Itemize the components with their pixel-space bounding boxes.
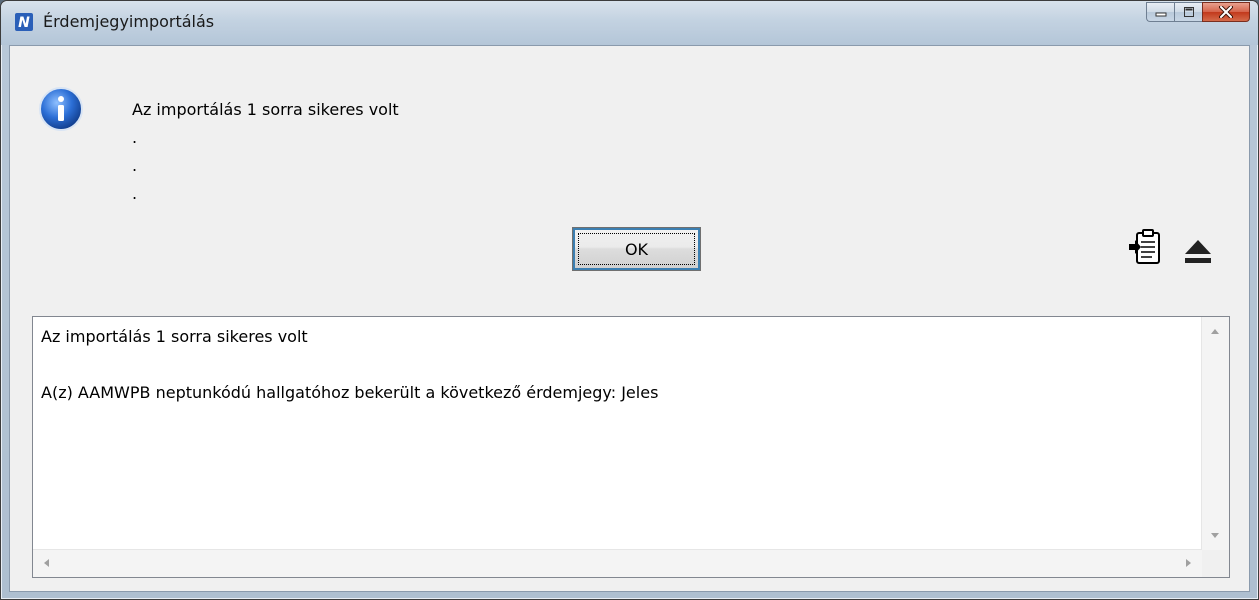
paste-clipboard-icon[interactable] xyxy=(1128,228,1164,268)
window-title: Érdemjegyimportálás xyxy=(43,12,215,31)
focus-rectangle xyxy=(578,233,695,265)
horizontal-scrollbar[interactable] xyxy=(33,549,1202,577)
close-icon xyxy=(1219,6,1233,18)
ok-button[interactable]: OK xyxy=(572,227,701,271)
info-icon xyxy=(39,87,83,131)
scroll-up-icon[interactable] xyxy=(1211,329,1219,334)
message-line: . xyxy=(132,128,138,147)
vertical-scrollbar[interactable] xyxy=(1201,317,1229,550)
message-line: . xyxy=(132,156,138,175)
dialog-client-area: Az importálás 1 sorra sikeres volt . . .… xyxy=(9,45,1250,592)
log-line: A(z) AAMWPB neptunkódú hallgatóhoz beker… xyxy=(41,383,659,402)
title-bar[interactable]: N Érdemjegyimportálás xyxy=(1,1,1258,45)
scroll-down-icon[interactable] xyxy=(1211,533,1219,538)
eject-icon[interactable] xyxy=(1183,238,1213,266)
maximize-button[interactable] xyxy=(1174,2,1202,22)
dialog-window: N Érdemjegyimportálás Az importálás 1 so… xyxy=(0,0,1259,600)
neptun-n-icon: N xyxy=(15,13,33,31)
close-button[interactable] xyxy=(1202,2,1250,22)
message-line: . xyxy=(132,184,138,203)
log-text: Az importálás 1 sorra sikeres volt A(z) … xyxy=(41,323,1201,407)
maximize-icon xyxy=(1183,7,1194,17)
svg-text:N: N xyxy=(18,15,30,31)
caption-buttons xyxy=(1146,2,1250,24)
log-textbox[interactable]: Az importálás 1 sorra sikeres volt A(z) … xyxy=(32,316,1230,578)
message-line: Az importálás 1 sorra sikeres volt xyxy=(132,100,399,119)
log-line: Az importálás 1 sorra sikeres volt xyxy=(41,327,308,346)
scroll-right-icon[interactable] xyxy=(1186,559,1191,567)
scroll-left-icon[interactable] xyxy=(44,559,49,567)
message-text: Az importálás 1 sorra sikeres volt . . . xyxy=(132,96,399,208)
minimize-icon xyxy=(1155,12,1166,17)
minimize-button[interactable] xyxy=(1146,2,1174,22)
scrollbar-corner xyxy=(1202,550,1229,577)
